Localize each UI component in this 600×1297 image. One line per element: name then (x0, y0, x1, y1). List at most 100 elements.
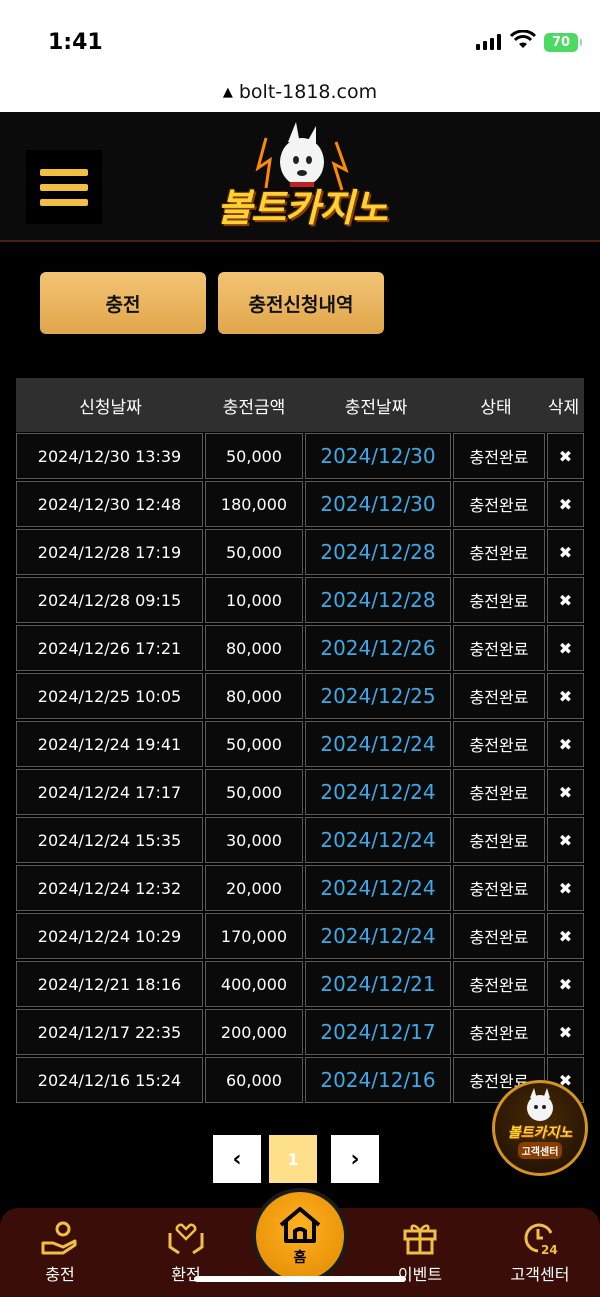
status-cell: 충전완료 (453, 961, 545, 1007)
signal-icon (476, 34, 501, 50)
column-header-delete: 삭제 (547, 397, 580, 418)
battery-icon: 70 (544, 33, 582, 52)
status-cell: 충전완료 (453, 529, 545, 575)
request-date-cell: 2024/12/16 15:24 (16, 1057, 203, 1103)
amount-cell: 170,000 (205, 913, 303, 959)
status-time: 1:41 (48, 30, 103, 55)
table-row: 2024/12/28 17:19 50,000 2024/12/28 충전완료 ✖ (16, 529, 584, 577)
pagination-next-button[interactable]: › (331, 1135, 379, 1183)
amount-cell: 30,000 (205, 817, 303, 863)
delete-icon[interactable]: ✖ (547, 817, 584, 863)
amount-cell: 50,000 (205, 433, 303, 479)
nav-support[interactable]: 24 고객센터 (490, 1208, 590, 1297)
delete-icon[interactable]: ✖ (547, 721, 584, 767)
site-logo[interactable]: 볼트카지노 (196, 118, 408, 236)
delete-icon[interactable]: ✖ (547, 769, 584, 815)
status-cell: 충전완료 (453, 433, 545, 479)
request-date-cell: 2024/12/24 17:17 (16, 769, 203, 815)
charge-date-cell: 2024/12/17 (305, 1009, 451, 1055)
request-date-cell: 2024/12/28 09:15 (16, 577, 203, 623)
hand-coin-icon (41, 1221, 77, 1254)
table-row: 2024/12/24 17:17 50,000 2024/12/24 충전완료 ✖ (16, 769, 584, 817)
charge-date-cell: 2024/12/24 (305, 865, 451, 911)
site-header: 볼트카지노 (0, 112, 600, 242)
pagination-prev-button[interactable]: ‹ (213, 1135, 261, 1183)
charge-date-cell: 2024/12/25 (305, 673, 451, 719)
status-cell: 충전완료 (453, 865, 545, 911)
battery-level: 70 (551, 35, 571, 50)
request-date-cell: 2024/12/24 12:32 (16, 865, 203, 911)
status-cell: 충전완료 (453, 1009, 545, 1055)
table-row: 2024/12/24 12:32 20,000 2024/12/24 충전완료 ✖ (16, 865, 584, 913)
delete-icon[interactable]: ✖ (547, 673, 584, 719)
table-row: 2024/12/24 10:29 170,000 2024/12/24 충전완료 ✖ (16, 913, 584, 961)
table-row: 2024/12/30 12:48 180,000 2024/12/30 충전완료 ✖ (16, 481, 584, 529)
charge-date-cell: 2024/12/24 (305, 913, 451, 959)
table-row: 2024/12/16 15:24 60,000 2024/12/16 충전완료 ✖ (16, 1057, 584, 1105)
charge-date-cell: 2024/12/30 (305, 481, 451, 527)
table-row: 2024/12/21 18:16 400,000 2024/12/21 충전완료 ✖ (16, 961, 584, 1009)
delete-icon[interactable]: ✖ (547, 433, 584, 479)
charge-date-cell: 2024/12/28 (305, 529, 451, 575)
charge-date-cell: 2024/12/26 (305, 625, 451, 671)
amount-cell: 60,000 (205, 1057, 303, 1103)
table-row: 2024/12/17 22:35 200,000 2024/12/17 충전완료 ✖ (16, 1009, 584, 1057)
tab-charge[interactable]: 충전 (40, 272, 206, 334)
status-cell: 충전완료 (453, 625, 545, 671)
charge-date-cell: 2024/12/21 (305, 961, 451, 1007)
column-header-charge-date: 충전날짜 (344, 397, 408, 418)
request-date-cell: 2024/12/28 17:19 (16, 529, 203, 575)
home-indicator[interactable] (194, 1276, 406, 1282)
request-date-cell: 2024/12/24 10:29 (16, 913, 203, 959)
delete-icon[interactable]: ✖ (547, 625, 584, 671)
request-date-cell: 2024/12/30 12:48 (16, 481, 203, 527)
hamburger-menu-button[interactable] (26, 150, 102, 224)
table-row: 2024/12/24 15:35 30,000 2024/12/24 충전완료 ✖ (16, 817, 584, 865)
nav-charge[interactable]: 충전 (10, 1208, 110, 1297)
table-row: 2024/12/24 19:41 50,000 2024/12/24 충전완료 ✖ (16, 721, 584, 769)
status-cell: 충전완료 (453, 769, 545, 815)
delete-icon[interactable]: ✖ (547, 1009, 584, 1055)
charge-date-cell: 2024/12/24 (305, 817, 451, 863)
status-bar: 1:41 70 (0, 0, 600, 72)
table-header: 신청날짜 충전금액 충전날짜 상태 삭제 (16, 378, 584, 432)
charge-date-cell: 2024/12/16 (305, 1057, 451, 1103)
home-icon (279, 1207, 321, 1243)
support-badge-label: 고객센터 (517, 1142, 563, 1159)
charge-date-cell: 2024/12/30 (305, 433, 451, 479)
status-cell: 충전완료 (453, 673, 545, 719)
pagination-page-button[interactable]: 1 (269, 1135, 317, 1183)
request-date-cell: 2024/12/25 10:05 (16, 673, 203, 719)
charge-date-cell: 2024/12/24 (305, 769, 451, 815)
amount-cell: 50,000 (205, 721, 303, 767)
column-header-amount: 충전금액 (222, 397, 286, 418)
amount-cell: 50,000 (205, 769, 303, 815)
delete-icon[interactable]: ✖ (547, 913, 584, 959)
delete-icon[interactable]: ✖ (547, 529, 584, 575)
status-cell: 충전완료 (453, 913, 545, 959)
column-header-request-date: 신청날짜 (79, 397, 142, 418)
tab-charge-history[interactable]: 충전신청내역 (218, 272, 384, 334)
delete-icon[interactable]: ✖ (547, 961, 584, 1007)
status-cell: 충전완료 (453, 817, 545, 863)
amount-cell: 80,000 (205, 673, 303, 719)
request-date-cell: 2024/12/24 19:41 (16, 721, 203, 767)
request-date-cell: 2024/12/17 22:35 (16, 1009, 203, 1055)
delete-icon[interactable]: ✖ (547, 577, 584, 623)
amount-cell: 80,000 (205, 625, 303, 671)
nav-event[interactable]: 이벤트 (370, 1208, 470, 1297)
amount-cell: 180,000 (205, 481, 303, 527)
nav-home-button[interactable]: 홈 (252, 1188, 348, 1284)
address-bar[interactable]: ▲ bolt-1818.com (0, 72, 600, 112)
delete-icon[interactable]: ✖ (547, 865, 584, 911)
customer-support-badge[interactable]: 볼트카지노 고객센터 (492, 1080, 588, 1176)
request-date-cell: 2024/12/30 13:39 (16, 433, 203, 479)
amount-cell: 200,000 (205, 1009, 303, 1055)
warning-icon: ▲ (222, 84, 233, 100)
url-text: bolt-1818.com (238, 81, 378, 103)
charge-date-cell: 2024/12/24 (305, 721, 451, 767)
status-cell: 충전완료 (453, 721, 545, 767)
nav-exchange[interactable]: 환전 (136, 1208, 236, 1297)
status-cell: 충전완료 (453, 577, 545, 623)
delete-icon[interactable]: ✖ (547, 481, 584, 527)
